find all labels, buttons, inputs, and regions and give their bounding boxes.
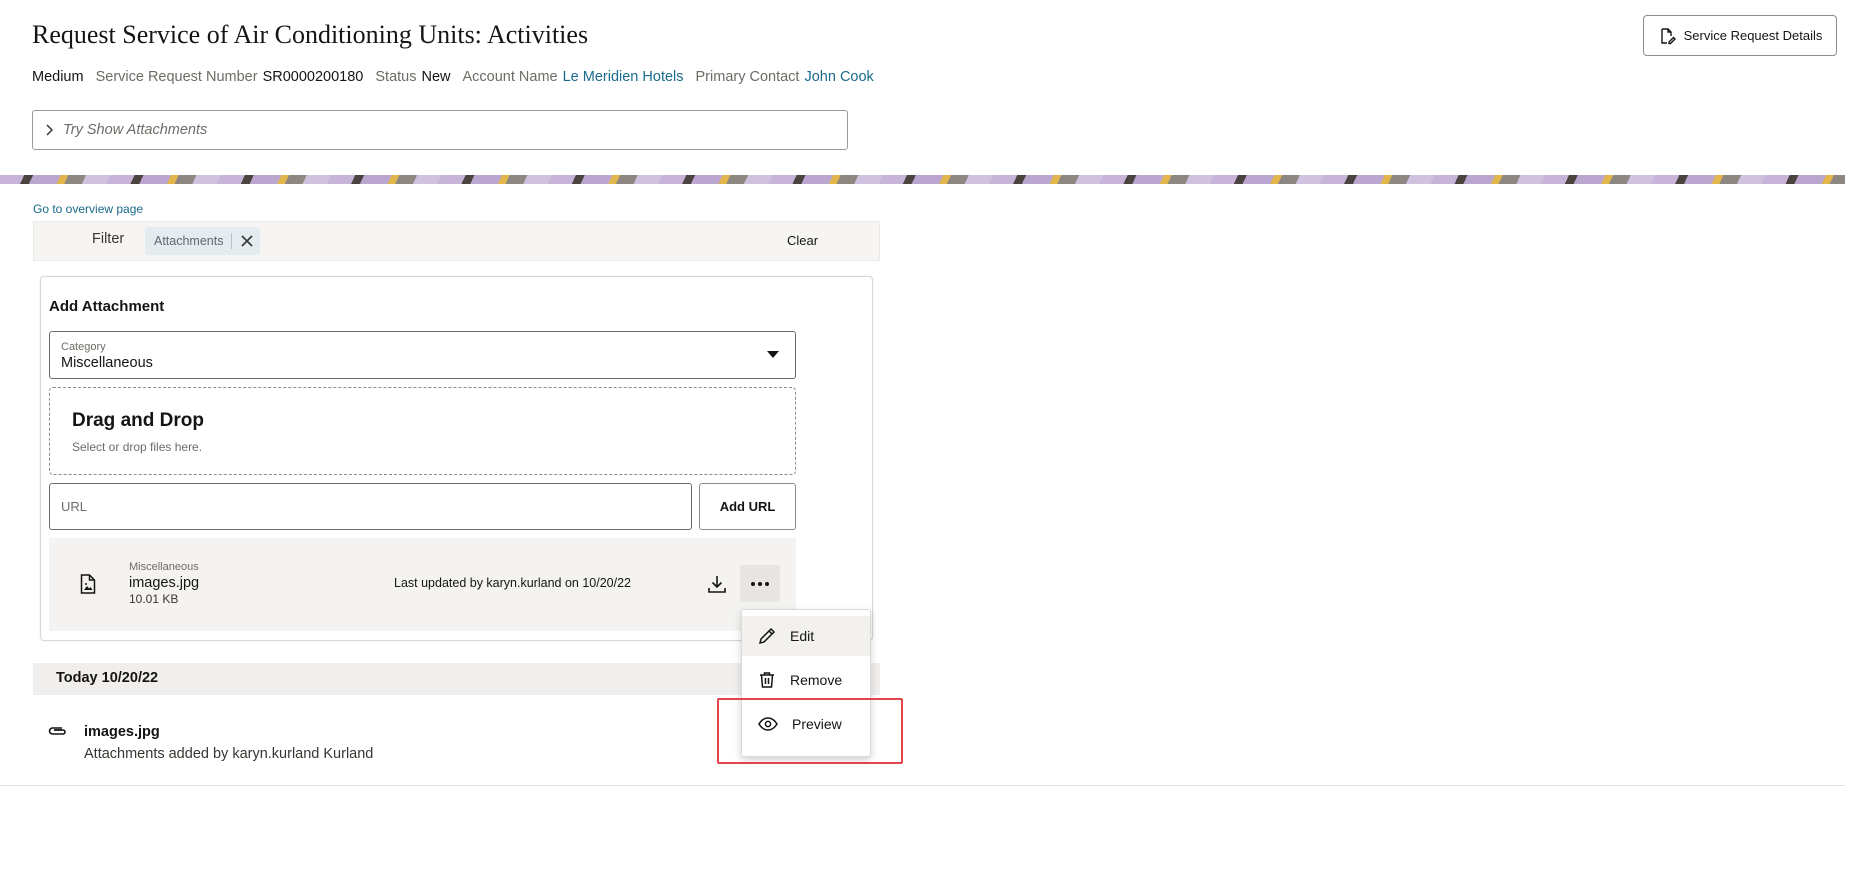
status-label: Status — [375, 69, 417, 85]
caret-down-icon — [767, 351, 779, 358]
account-name-link[interactable]: Le Meridien Hotels — [563, 69, 684, 85]
dropzone-subtitle: Select or drop files here. — [72, 440, 203, 454]
close-icon[interactable] — [240, 234, 254, 248]
chip-divider — [231, 233, 233, 249]
category-label: Category — [61, 341, 106, 353]
dropzone-title: Drag and Drop — [72, 410, 204, 431]
pencil-icon — [758, 627, 776, 645]
ellipsis-icon — [751, 581, 755, 586]
file-last-updated: Last updated by karyn.kurland on 10/20/2… — [394, 576, 631, 590]
file-name[interactable]: images.jpg — [129, 575, 199, 591]
file-category: Miscellaneous — [129, 561, 199, 573]
menu-item-label: Preview — [792, 716, 842, 732]
account-name-label: Account Name — [462, 69, 558, 85]
menu-item-edit[interactable]: Edit — [742, 616, 870, 656]
more-actions-button[interactable] — [740, 565, 780, 602]
category-value: Miscellaneous — [61, 355, 153, 371]
clear-filter-button[interactable]: Clear — [787, 233, 818, 248]
primary-contact-link[interactable]: John Cook — [804, 69, 873, 85]
priority-value: Medium — [32, 69, 84, 85]
add-attachment-title: Add Attachment — [49, 298, 165, 315]
document-edit-icon — [1660, 27, 1676, 44]
download-button[interactable] — [703, 570, 731, 598]
sr-number-value: SR0000200180 — [262, 69, 364, 85]
decorative-banner — [0, 175, 1845, 184]
trash-icon — [760, 672, 774, 688]
image-file-icon — [80, 574, 96, 594]
status-value: New — [421, 69, 451, 85]
url-input[interactable] — [49, 483, 692, 530]
page-title: Request Service of Air Conditioning Unit… — [32, 20, 589, 49]
service-request-details-button[interactable]: Service Request Details — [1643, 15, 1837, 56]
sr-number-label: Service Request Number — [95, 69, 258, 85]
file-dropzone[interactable]: Drag and Drop Select or drop files here. — [49, 387, 796, 475]
menu-item-label: Edit — [790, 628, 815, 644]
add-url-button[interactable]: Add URL — [699, 483, 796, 530]
service-request-meta: Medium Service Request Number SR00002001… — [32, 69, 874, 85]
filter-label: Filter — [92, 231, 125, 247]
download-icon — [708, 576, 726, 593]
activity-title[interactable]: images.jpg — [84, 724, 160, 740]
eye-icon — [758, 717, 778, 731]
menu-item-label: Remove — [790, 672, 843, 688]
filter-chip-attachments: Attachments — [145, 227, 261, 255]
file-size: 10.01 KB — [129, 592, 179, 606]
paperclip-icon — [48, 727, 66, 735]
menu-item-remove[interactable]: Remove — [742, 660, 870, 700]
go-to-overview-link[interactable]: Go to overview page — [33, 202, 143, 216]
divider — [0, 785, 1845, 786]
ellipsis-dot — [758, 581, 762, 586]
activity-description: Attachments added by karyn.kurland Kurla… — [84, 746, 374, 762]
filter-chip-label: Attachments — [154, 234, 224, 248]
show-attachments-label: Try Show Attachments — [63, 122, 208, 138]
ellipsis-dot — [765, 581, 769, 586]
primary-contact-label: Primary Contact — [695, 69, 800, 85]
category-select[interactable]: Category Miscellaneous — [49, 331, 796, 379]
date-group-label: Today 10/20/22 — [56, 670, 159, 686]
chevron-right-icon — [46, 124, 53, 136]
service-request-details-label: Service Request Details — [1683, 28, 1823, 43]
show-attachments-toggle[interactable]: Try Show Attachments — [32, 110, 848, 150]
attachment-context-menu: Edit Remove Preview — [741, 609, 871, 757]
menu-item-preview[interactable]: Preview — [742, 704, 870, 744]
